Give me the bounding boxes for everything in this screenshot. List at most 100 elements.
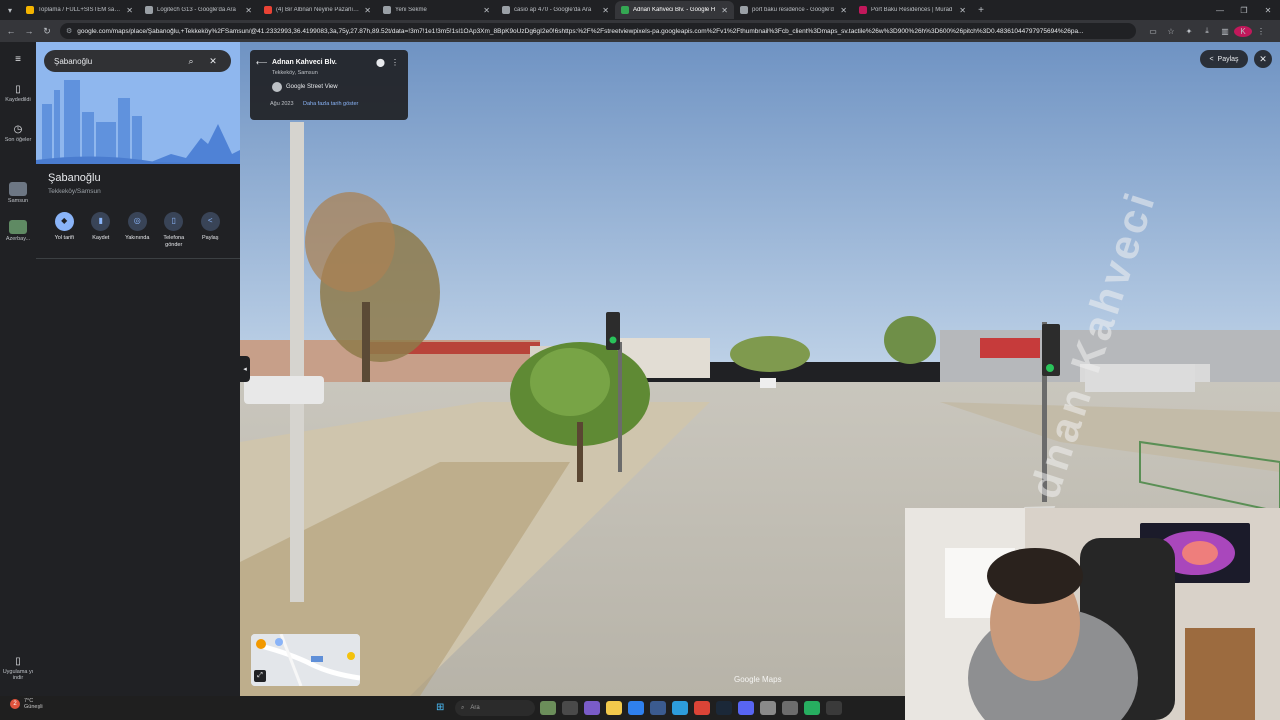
rail-recent-samsun[interactable]: Samsun — [0, 182, 36, 204]
action-nearby[interactable]: ◎ Yakınında — [119, 212, 156, 249]
rail-recent-azerbaijan[interactable]: Azerbay... — [0, 220, 36, 242]
browser-tab-strip: ▾ Toplama / FULL+SİSTEM sahibi ✕ Logitech … — [0, 0, 1280, 20]
app-icon-3[interactable] — [804, 701, 820, 715]
tab-close-icon[interactable]: ✕ — [245, 6, 252, 15]
browser-tab[interactable]: Logitech G13 - Google'da Ara ✕ — [139, 1, 258, 19]
sv-capture-date: Ağu 2023 — [270, 101, 294, 107]
bookmark-star-icon[interactable]: ☆ — [1162, 27, 1180, 36]
tab-close-icon[interactable]: ✕ — [959, 6, 966, 15]
hamburger-menu-icon[interactable]: ≡ — [0, 54, 36, 67]
tab-label: casio ap 470 - Google'da Ara — [514, 7, 592, 13]
action-bookmark[interactable]: ▮ Kaydet — [83, 212, 120, 249]
browser-tab[interactable]: Yeni Sekme ✕ — [377, 1, 496, 19]
browser-tab[interactable]: casio ap 470 - Google'da Ara ✕ — [496, 1, 615, 19]
expand-minimap-icon[interactable]: ⤢ — [254, 670, 266, 682]
action-phone[interactable]: ▯ Telefona gönder — [156, 212, 193, 249]
steam-icon[interactable] — [716, 701, 732, 715]
file-explorer-icon[interactable] — [606, 701, 622, 715]
task-view-icon[interactable] — [562, 701, 578, 715]
mobile-icon: ▯ — [15, 656, 21, 667]
settings-icon[interactable] — [782, 701, 798, 715]
share-icon: < — [200, 212, 220, 231]
rail-get-app[interactable]: ▯ Uygulama yı indir — [0, 656, 36, 681]
action-directions[interactable]: ◆ Yol tarifi — [46, 212, 83, 249]
bookmark-icon: ▮ — [91, 212, 111, 231]
browser-tab[interactable]: port baku residence - Google'd ✕ — [734, 1, 853, 19]
taskbar-search[interactable]: ⌕ Ara — [455, 700, 535, 716]
toolbar-icons: ▭ ☆ ✦ ⤓ ▥ K ⋮ — [1144, 25, 1270, 37]
tab-close-icon[interactable]: ✕ — [602, 6, 609, 15]
app-icon[interactable] — [584, 701, 600, 715]
window-controls: — ❐ ✕ — [1208, 6, 1280, 15]
tab-close-icon[interactable]: ✕ — [483, 6, 490, 15]
download-icon[interactable]: ⤓ — [1198, 26, 1216, 36]
rail-saved[interactable]: ▯ Kaydedildi — [0, 84, 36, 103]
place-header-image[interactable]: Şabanoğlu ⌕ ✕ — [36, 42, 240, 164]
history-icon: ◷ — [13, 124, 23, 135]
store-icon[interactable] — [650, 701, 666, 715]
profile-avatar[interactable]: K — [1234, 25, 1252, 37]
tab-favicon-icon — [502, 6, 510, 14]
close-street-view-button[interactable]: ✕ — [1254, 50, 1272, 68]
pin-icon[interactable]: ⬤ — [376, 58, 385, 67]
browser-tab[interactable]: Port Baku Residences | Murad ✕ — [853, 1, 972, 19]
search-input[interactable]: Şabanoğlu — [54, 57, 177, 66]
app-icon-2[interactable] — [760, 701, 776, 715]
action-label: Telefona gönder — [163, 235, 185, 249]
tab-close-icon[interactable]: ✕ — [840, 6, 847, 15]
more-options-icon[interactable]: ⋮ — [391, 58, 399, 67]
media-player-icon[interactable] — [826, 701, 842, 715]
webcam-overlay — [905, 508, 1280, 720]
tab-close-icon[interactable]: ✕ — [126, 6, 133, 15]
sidebar-icon[interactable]: ▥ — [1216, 27, 1234, 36]
forward-icon[interactable]: → — [22, 26, 36, 36]
minimap[interactable] — [251, 634, 360, 686]
tab-close-icon[interactable]: ✕ — [364, 6, 371, 15]
minimize-icon[interactable]: — — [1208, 6, 1232, 15]
maps-left-rail: ≡ ▯ Kaydedildi ◷ Son öğeler Samsun Azerb… — [0, 42, 36, 696]
search-icon[interactable]: ⌕ — [183, 56, 199, 67]
azerbaijan-thumbnail — [9, 220, 27, 234]
tab-favicon-icon — [621, 6, 629, 14]
phone-icon: ▯ — [164, 212, 184, 231]
bookmark-icon: ▯ — [15, 84, 21, 95]
widgets-icon[interactable] — [540, 701, 556, 715]
clear-search-icon[interactable]: ✕ — [205, 56, 221, 67]
restore-icon[interactable]: ❐ — [1232, 6, 1256, 15]
action-share[interactable]: < Paylaş — [192, 212, 229, 249]
tab-label: Port Baku Residences | Murad — [871, 7, 953, 13]
browser-tab[interactable]: Adnan Kahveci Blv. - Google H ✕ — [615, 1, 734, 19]
tab-label: Yeni Sekme — [395, 7, 427, 13]
more-dates-link[interactable]: Daha fazla tarih göster — [303, 101, 358, 107]
new-tab-button[interactable]: + — [972, 5, 990, 16]
discord-icon[interactable] — [738, 701, 754, 715]
site-info-icon[interactable]: ⚙ — [66, 27, 72, 35]
mail-icon[interactable] — [672, 701, 688, 715]
tab-close-icon[interactable]: ✕ — [721, 6, 728, 15]
cast-icon[interactable]: ▭ — [1144, 27, 1162, 36]
tab-favicon-icon — [26, 6, 34, 14]
close-window-icon[interactable]: ✕ — [1256, 6, 1280, 15]
taskbar-apps — [540, 701, 848, 715]
tab-search-icon[interactable]: ▾ — [0, 0, 20, 20]
share-button[interactable]: < Paylaş — [1200, 50, 1248, 68]
browser-tab[interactable]: (4) Bir Albnan Neyine Pazarlık Y ✕ — [258, 1, 377, 19]
rail-recent[interactable]: ◷ Son öğeler — [0, 124, 36, 143]
extensions-icon[interactable]: ✦ — [1180, 27, 1198, 36]
edge-icon[interactable] — [628, 701, 644, 715]
back-icon[interactable]: ← — [4, 26, 18, 36]
weather-widget[interactable]: 2 7°C Güneşli — [10, 698, 43, 710]
menu-icon[interactable]: ⋮ — [1252, 27, 1270, 36]
place-panel: Şabanoğlu ⌕ ✕ Şabanoğlu Tekkeköy/Samsun … — [36, 42, 240, 696]
windows-start-icon[interactable]: ⊞ — [436, 702, 444, 713]
address-bar[interactable]: ⚙ google.com/maps/place/Şabanoğlu,+Tekke… — [60, 23, 1136, 39]
webcam-feed — [905, 508, 1280, 720]
back-arrow-icon[interactable]: ⟵ — [256, 58, 267, 67]
reload-icon[interactable]: ↻ — [40, 26, 54, 37]
browser-tab[interactable]: Toplama / FULL+SİSTEM sahibi ✕ — [20, 1, 139, 19]
search-box[interactable]: Şabanoğlu ⌕ ✕ — [44, 50, 231, 72]
action-label: Yakınında — [125, 235, 150, 241]
tab-favicon-icon — [383, 6, 391, 14]
collapse-panel-button[interactable]: ◂ — [240, 356, 250, 382]
chrome-icon[interactable] — [694, 701, 710, 715]
